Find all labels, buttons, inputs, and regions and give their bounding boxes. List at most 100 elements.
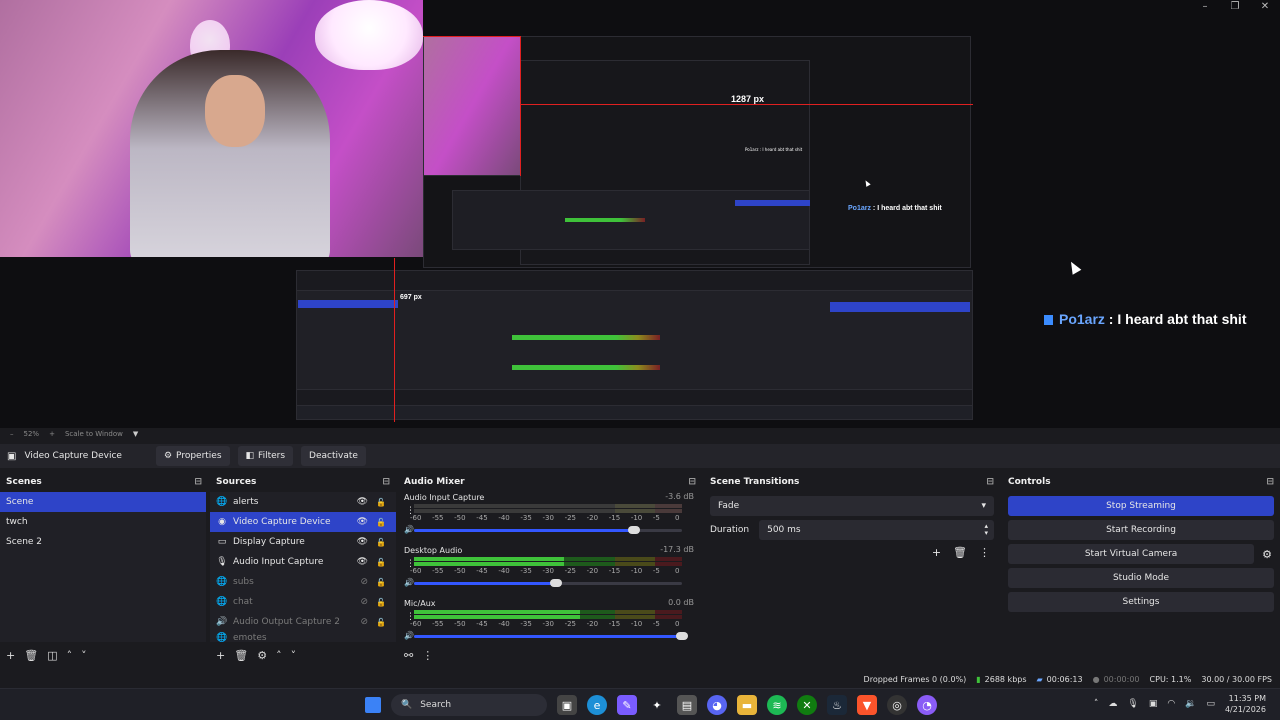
chevron-up-icon[interactable]: ˄ [1094,699,1099,709]
more-options-icon[interactable]: ⋮ [979,546,990,559]
arrow-up-icon[interactable]: ˄ [67,649,73,662]
speaker-icon[interactable]: 🔊 [404,631,414,640]
task-view-icon[interactable]: ▣ [557,695,577,715]
properties-button[interactable]: ⚙ Properties [155,446,230,466]
taskbar-search[interactable]: 🔍 Search [391,694,547,716]
eye-icon[interactable]: 👁 [357,557,368,567]
start-virtual-camera-button[interactable]: Start Virtual Camera [1008,544,1255,564]
zoom-out-icon[interactable]: – [10,430,14,438]
chat-tray-icon[interactable]: ▣ [1149,699,1158,709]
store-icon[interactable]: ▤ [677,695,697,715]
lock-icon[interactable]: 🔓 [376,598,386,607]
dock-popout-icon[interactable]: ⊟ [986,477,994,487]
scene-item[interactable]: twch [0,512,206,532]
trash-icon[interactable]: 🗑 [234,649,248,662]
brave-icon[interactable]: ▼ [857,695,877,715]
gear-icon[interactable]: ⚙ [1262,548,1272,561]
filters-button[interactable]: ◧ Filters [237,446,294,466]
zoom-in-icon[interactable]: + [49,430,55,438]
eye-icon[interactable]: 👁 [357,537,368,547]
trash-icon[interactable]: 🗑 [953,546,967,559]
record-time: 00:00:00 [1103,674,1140,684]
lock-icon[interactable]: 🔓 [376,498,386,507]
maximize-icon[interactable]: ❐ [1220,0,1250,14]
minimize-icon[interactable]: – [1190,0,1220,14]
eye-hidden-icon[interactable]: ⊘ [360,617,368,627]
dropped-frames: Dropped Frames 0 (0.0%) [863,674,967,684]
lock-icon[interactable]: 🔓 [376,578,386,587]
speaker-icon[interactable]: 🔊 [404,578,414,587]
source-item[interactable]: 🔊 Audio Output Capture 2 ⊘ 🔓 [210,612,396,632]
source-item[interactable]: 🌐 alerts 👁 🔓 [210,492,396,512]
lock-icon[interactable]: 🔓 [376,618,386,627]
volume-slider[interactable] [414,632,688,640]
start-recording-button[interactable]: Start Recording [1008,520,1274,540]
arrow-up-icon[interactable]: ˄ [276,649,282,662]
deactivate-button[interactable]: Deactivate [301,446,366,466]
arrow-down-icon[interactable]: ˅ [291,649,297,662]
add-icon[interactable]: + [932,546,941,559]
pen-app-icon[interactable]: ✎ [617,695,637,715]
obs-icon[interactable]: ◎ [887,695,907,715]
source-item[interactable]: 🎙 Audio Input Capture 👁 🔓 [210,552,396,572]
scene-filters-icon[interactable]: ◫ [47,649,57,662]
channel-name: Desktop Audio [404,546,463,555]
cloud-icon[interactable]: ☁ [1108,699,1117,709]
lock-icon[interactable]: 🔓 [376,538,386,547]
source-item[interactable]: 🌐 chat ⊘ 🔓 [210,592,396,612]
windows-start-icon[interactable] [365,697,381,713]
slider-handle [627,526,640,534]
mixer-channel: Audio Input Capture -3.6 dB ⋮ 🔊 -60 -55 -50 -45… [398,492,702,545]
dock-popout-icon[interactable]: ⊟ [688,477,696,487]
source-item[interactable]: ▭ Display Capture 👁 🔓 [210,532,396,552]
scene-item[interactable]: Scene [0,492,206,512]
scene-item[interactable]: Scene 2 [0,532,206,552]
arrow-down-icon[interactable]: ˅ [81,649,87,662]
eye-icon[interactable]: 👁 [357,517,368,527]
tick-label: -20 [586,514,599,522]
eye-hidden-icon[interactable]: ⊘ [360,597,368,607]
gear-icon[interactable]: ⚙ [257,649,267,662]
battery-icon[interactable]: ▭ [1206,699,1215,709]
lock-icon[interactable]: 🔓 [376,518,386,527]
dock-popout-icon[interactable]: ⊟ [194,477,202,487]
messenger-icon[interactable]: ◔ [917,695,937,715]
source-item[interactable]: ◉ Video Capture Device 👁 🔓 [210,512,396,532]
speaker-icon[interactable]: 🔊 [404,525,414,534]
xbox-icon[interactable]: ✕ [797,695,817,715]
stop-streaming-button[interactable]: Stop Streaming [1008,496,1274,516]
studio-mode-button[interactable]: Studio Mode [1008,568,1274,588]
volume-slider[interactable] [414,579,682,587]
eye-hidden-icon[interactable]: ⊘ [360,577,368,587]
eye-icon[interactable]: 👁 [357,497,368,507]
nested-webcam [423,36,521,176]
lock-icon[interactable]: 🔓 [376,558,386,567]
clock[interactable]: 11:35 PM 4/21/2026 [1225,693,1266,715]
source-item[interactable]: 🌐 emotes [210,632,396,642]
link-icon[interactable]: ⚯ [404,649,413,662]
steam-icon[interactable]: ♨ [827,695,847,715]
preview-canvas[interactable]: 1287 px 697 px Po1arz : I heard abt that… [0,0,1280,428]
settings-button[interactable]: Settings [1008,592,1274,612]
transition-select[interactable]: Fade ▾ [710,496,994,516]
dock-popout-icon[interactable]: ⊟ [1266,477,1274,487]
folder-icon[interactable]: ▬ [737,695,757,715]
duration-field[interactable]: 500 ms ▴ ▾ [759,520,994,540]
volume-icon[interactable]: 🔉 [1185,699,1196,709]
edge-icon[interactable]: e [587,695,607,715]
discord-icon[interactable]: ◕ [707,695,727,715]
ai-app-icon[interactable]: ✦ [647,695,667,715]
wifi-icon[interactable]: ◠ [1167,699,1175,709]
close-icon[interactable]: ✕ [1250,0,1280,14]
source-item[interactable]: 🌐 subs ⊘ 🔓 [210,572,396,592]
volume-slider[interactable] [414,526,682,534]
chevron-down-icon[interactable]: ▼ [133,430,138,438]
microphone-icon[interactable]: 🎙 [1127,699,1138,709]
spotify-icon[interactable]: ≋ [767,695,787,715]
zoom-mode[interactable]: Scale to Window [65,430,123,438]
dock-popout-icon[interactable]: ⊟ [382,477,390,487]
add-icon[interactable]: + [216,649,225,662]
add-icon[interactable]: + [6,649,15,662]
trash-icon[interactable]: 🗑 [24,649,38,662]
more-options-icon[interactable]: ⋮ [422,649,433,662]
